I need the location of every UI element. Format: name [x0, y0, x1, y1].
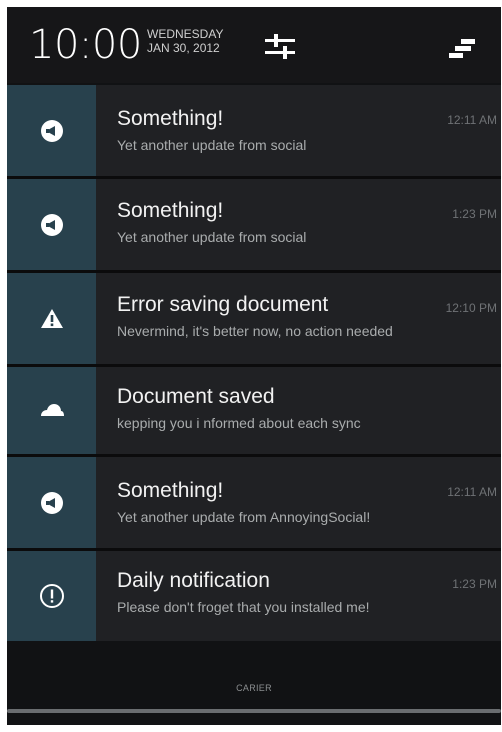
notification-title: Something!: [117, 199, 224, 222]
cloud-icon: [40, 403, 64, 416]
notification-icon-cell: [7, 457, 96, 548]
sliders-icon[interactable]: [263, 33, 297, 61]
notification-icon-cell: [7, 85, 96, 176]
warning-icon: [40, 308, 63, 328]
quick-toggle-icon[interactable]: [447, 37, 477, 61]
notification-shade: 10:00 WEDNESDAY JAN 30, 2012 Something! …: [7, 7, 501, 725]
drag-handle[interactable]: [7, 709, 501, 713]
megaphone-icon: [40, 119, 63, 142]
notification-text: Yet another update from AnnoyingSocial!: [117, 509, 371, 525]
notification-text: Yet another update from social: [117, 229, 307, 245]
notification-item[interactable]: Something! Yet another update from socia…: [7, 85, 501, 179]
notification-title: Something!: [117, 479, 224, 502]
notification-list: Something! Yet another update from socia…: [7, 85, 501, 641]
info-alert-icon: [39, 584, 64, 608]
status-header: 10:00 WEDNESDAY JAN 30, 2012: [7, 7, 501, 83]
notification-time: 12:11 AM: [447, 113, 497, 127]
notification-item[interactable]: Something! Yet another update from Annoy…: [7, 457, 501, 551]
megaphone-icon: [40, 213, 63, 236]
weekday-label: WEDNESDAY: [147, 27, 224, 41]
date-block: WEDNESDAY JAN 30, 2012: [147, 27, 223, 55]
notification-time: 12:10 PM: [445, 301, 497, 315]
notification-text: Nevermind, it's better now, no action ne…: [117, 323, 393, 339]
carrier-label: CARIER: [236, 683, 272, 693]
date-label: JAN 30, 2012: [147, 41, 220, 55]
notification-text: kepping you i nformed about each sync: [117, 415, 361, 431]
notification-title: Daily notification: [117, 569, 270, 592]
notification-item[interactable]: Document saved kepping you i nformed abo…: [7, 367, 501, 457]
notification-text: Please don't froget that you installed m…: [117, 599, 370, 615]
notification-item[interactable]: Error saving document Nevermind, it's be…: [7, 273, 501, 367]
notification-title: Error saving document: [117, 293, 329, 316]
notification-item[interactable]: Something! Yet another update from socia…: [7, 179, 501, 273]
notification-item[interactable]: Daily notification Please don't froget t…: [7, 551, 501, 641]
notification-icon-cell: [7, 273, 96, 364]
notification-time: 1:23 PM: [452, 577, 497, 591]
clock: 10:00: [29, 22, 142, 68]
notification-icon-cell: [7, 179, 96, 270]
notification-title: Something!: [117, 107, 224, 130]
notification-icon-cell: [7, 367, 96, 454]
notification-title: Document saved: [117, 385, 275, 408]
notification-text: Yet another update from social: [117, 137, 307, 153]
notification-time: 12:11 AM: [447, 485, 497, 499]
megaphone-icon: [40, 491, 63, 514]
notification-time: 1:23 PM: [452, 207, 497, 221]
notification-icon-cell: [7, 551, 96, 641]
